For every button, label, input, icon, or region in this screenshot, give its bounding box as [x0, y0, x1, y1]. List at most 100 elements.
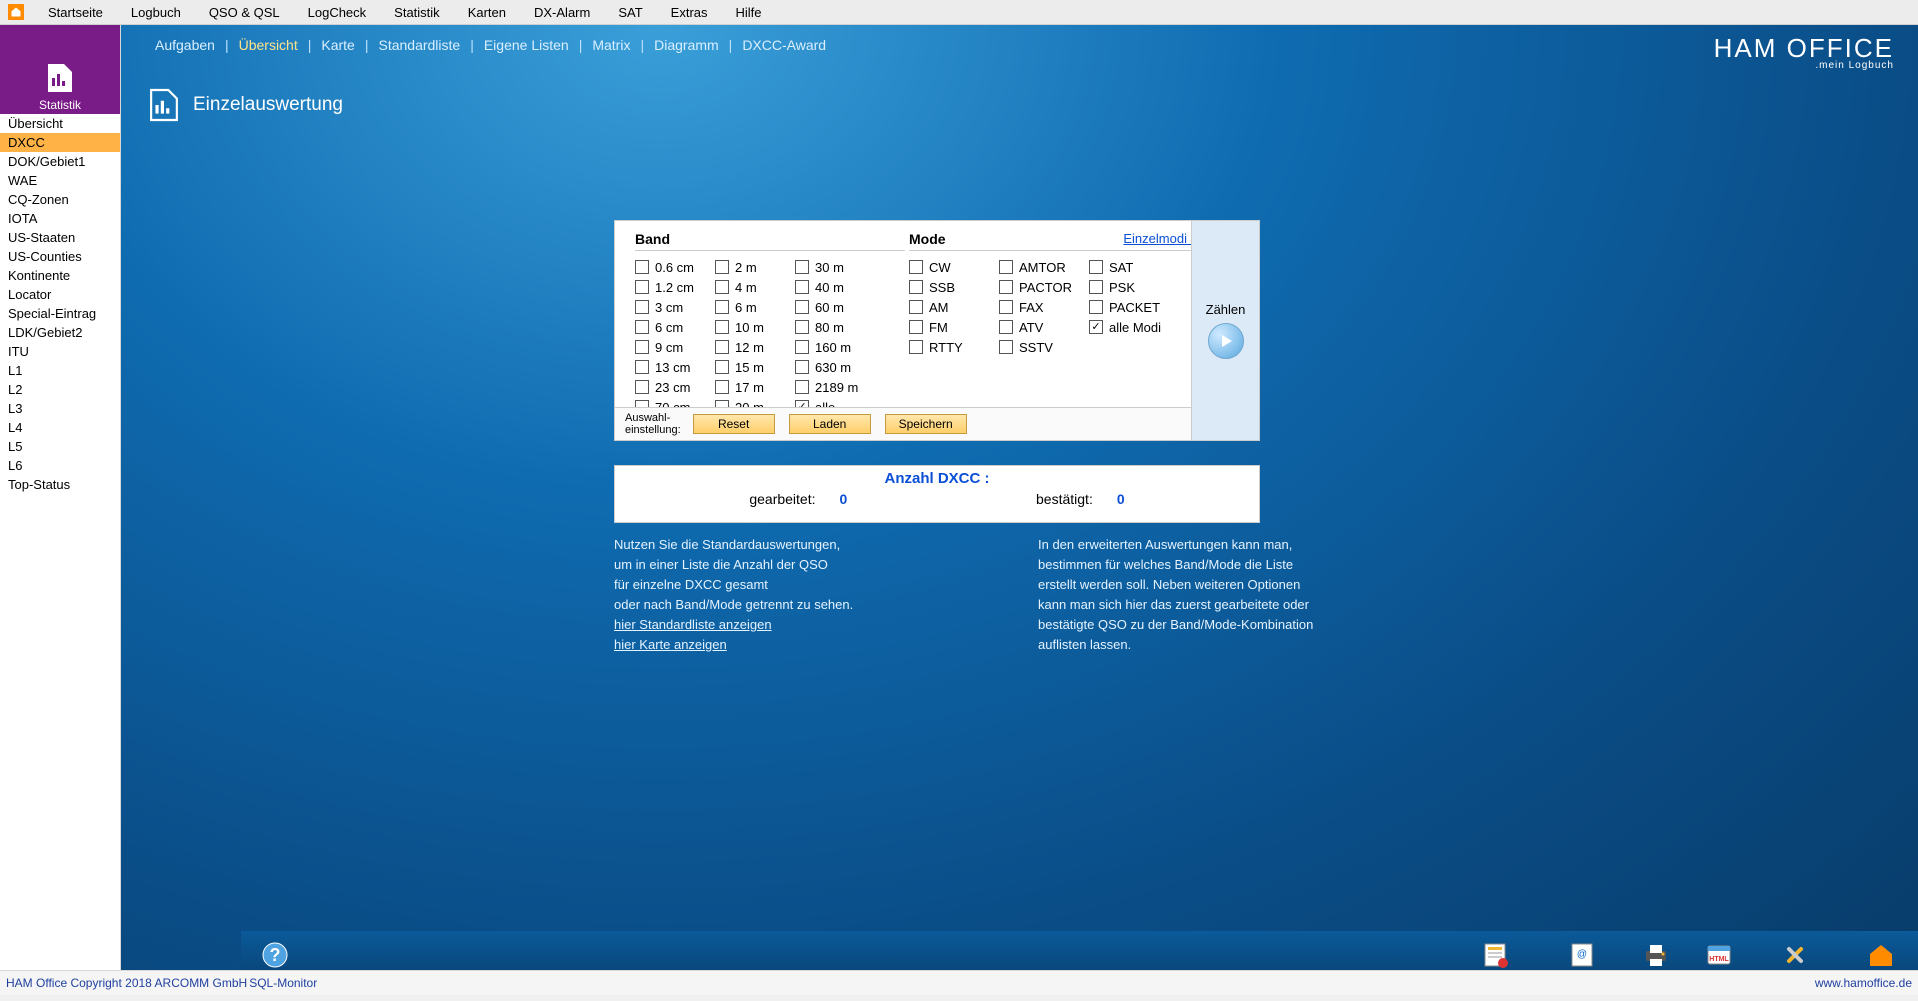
checkbox[interactable] [715, 340, 729, 354]
menu-dx-alarm[interactable]: DX-Alarm [520, 0, 604, 24]
band-2189-m[interactable]: 2189 m [795, 377, 875, 397]
band-3-cm[interactable]: 3 cm [635, 297, 715, 317]
checkbox[interactable] [909, 280, 923, 294]
band-2-m[interactable]: 2 m [715, 257, 795, 277]
sidebar-item-l4[interactable]: L4 [0, 418, 120, 437]
mode-psk[interactable]: PSK [1089, 277, 1179, 297]
menu-sat[interactable]: SAT [604, 0, 656, 24]
sidebar-item-special-eintrag[interactable]: Special-Eintrag [0, 304, 120, 323]
sidebar-item-wae[interactable]: WAE [0, 171, 120, 190]
checkbox[interactable] [635, 320, 649, 334]
checkbox[interactable] [795, 360, 809, 374]
count-button[interactable] [1208, 323, 1244, 359]
tab--bersicht[interactable]: Übersicht [235, 37, 302, 53]
info-link[interactable]: hier Karte anzeigen [614, 635, 954, 655]
sidebar-item--bersicht[interactable]: Übersicht [0, 114, 120, 133]
menu-startseite[interactable]: Startseite [34, 0, 117, 24]
mode-ssb[interactable]: SSB [909, 277, 999, 297]
checkbox[interactable] [795, 380, 809, 394]
band-9-cm[interactable]: 9 cm [635, 337, 715, 357]
checkbox[interactable] [715, 300, 729, 314]
band-10-m[interactable]: 10 m [715, 317, 795, 337]
save-button[interactable]: Speichern [885, 414, 967, 434]
checkbox[interactable] [635, 280, 649, 294]
checkbox[interactable] [999, 260, 1013, 274]
checkbox[interactable] [1089, 280, 1103, 294]
menu-extras[interactable]: Extras [657, 0, 722, 24]
reset-button[interactable]: Reset [693, 414, 775, 434]
mode-alle-modi[interactable]: alle Modi [1089, 317, 1179, 337]
tab-karte[interactable]: Karte [317, 37, 358, 53]
website-link[interactable]: www.hamoffice.de [1815, 976, 1912, 990]
band-6-m[interactable]: 6 m [715, 297, 795, 317]
tab-aufgaben[interactable]: Aufgaben [151, 37, 219, 53]
band-12-m[interactable]: 12 m [715, 337, 795, 357]
menu-karten[interactable]: Karten [454, 0, 520, 24]
sidebar-item-l6[interactable]: L6 [0, 456, 120, 475]
tab-diagramm[interactable]: Diagramm [650, 37, 723, 53]
sidebar-item-top-status[interactable]: Top-Status [0, 475, 120, 494]
sidebar-item-dok-gebiet1[interactable]: DOK/Gebiet1 [0, 152, 120, 171]
band-60-m[interactable]: 60 m [795, 297, 875, 317]
band-23-cm[interactable]: 23 cm [635, 377, 715, 397]
checkbox[interactable] [795, 260, 809, 274]
band-630-m[interactable]: 630 m [795, 357, 875, 377]
checkbox[interactable] [715, 280, 729, 294]
sidebar-item-us-counties[interactable]: US-Counties [0, 247, 120, 266]
checkbox[interactable] [999, 300, 1013, 314]
sidebar-item-l5[interactable]: L5 [0, 437, 120, 456]
mode-fm[interactable]: FM [909, 317, 999, 337]
band-30-m[interactable]: 30 m [795, 257, 875, 277]
checkbox[interactable] [635, 360, 649, 374]
checkbox[interactable] [909, 260, 923, 274]
sidebar-item-ldk-gebiet2[interactable]: LDK/Gebiet2 [0, 323, 120, 342]
band-80-m[interactable]: 80 m [795, 317, 875, 337]
checkbox[interactable] [999, 280, 1013, 294]
menu-statistik[interactable]: Statistik [380, 0, 454, 24]
band-1-2-cm[interactable]: 1.2 cm [635, 277, 715, 297]
tab-standardliste[interactable]: Standardliste [374, 37, 464, 53]
checkbox[interactable] [795, 280, 809, 294]
sidebar-item-l1[interactable]: L1 [0, 361, 120, 380]
checkbox[interactable] [999, 320, 1013, 334]
band-40-m[interactable]: 40 m [795, 277, 875, 297]
sidebar-item-locator[interactable]: Locator [0, 285, 120, 304]
mode-amtor[interactable]: AMTOR [999, 257, 1089, 277]
checkbox[interactable] [795, 300, 809, 314]
mode-sat[interactable]: SAT [1089, 257, 1179, 277]
checkbox[interactable] [635, 380, 649, 394]
checkbox[interactable] [909, 300, 923, 314]
band-13-cm[interactable]: 13 cm [635, 357, 715, 377]
checkbox[interactable] [795, 320, 809, 334]
band-0-6-cm[interactable]: 0.6 cm [635, 257, 715, 277]
checkbox[interactable] [715, 360, 729, 374]
menu-hilfe[interactable]: Hilfe [722, 0, 776, 24]
load-button[interactable]: Laden [789, 414, 871, 434]
info-link[interactable]: hier Standardliste anzeigen [614, 615, 954, 635]
checkbox[interactable] [909, 320, 923, 334]
sidebar-item-kontinente[interactable]: Kontinente [0, 266, 120, 285]
checkbox[interactable] [909, 340, 923, 354]
band-15-m[interactable]: 15 m [715, 357, 795, 377]
checkbox[interactable] [1089, 320, 1103, 334]
sidebar-item-cq-zonen[interactable]: CQ-Zonen [0, 190, 120, 209]
mode-pactor[interactable]: PACTOR [999, 277, 1089, 297]
sidebar-item-l3[interactable]: L3 [0, 399, 120, 418]
checkbox[interactable] [635, 260, 649, 274]
checkbox[interactable] [1089, 300, 1103, 314]
checkbox[interactable] [999, 340, 1013, 354]
sidebar-item-itu[interactable]: ITU [0, 342, 120, 361]
checkbox[interactable] [1089, 260, 1103, 274]
band-160-m[interactable]: 160 m [795, 337, 875, 357]
menu-qso-qsl[interactable]: QSO & QSL [195, 0, 294, 24]
mode-cw[interactable]: CW [909, 257, 999, 277]
mode-sstv[interactable]: SSTV [999, 337, 1089, 357]
mode-fax[interactable]: FAX [999, 297, 1089, 317]
tab-eigene-listen[interactable]: Eigene Listen [480, 37, 573, 53]
sql-monitor[interactable]: SQL-Monitor [249, 976, 317, 990]
sidebar-item-dxcc[interactable]: DXCC [0, 133, 120, 152]
mode-rtty[interactable]: RTTY [909, 337, 999, 357]
band-17-m[interactable]: 17 m [715, 377, 795, 397]
tab-matrix[interactable]: Matrix [588, 37, 634, 53]
mode-atv[interactable]: ATV [999, 317, 1089, 337]
